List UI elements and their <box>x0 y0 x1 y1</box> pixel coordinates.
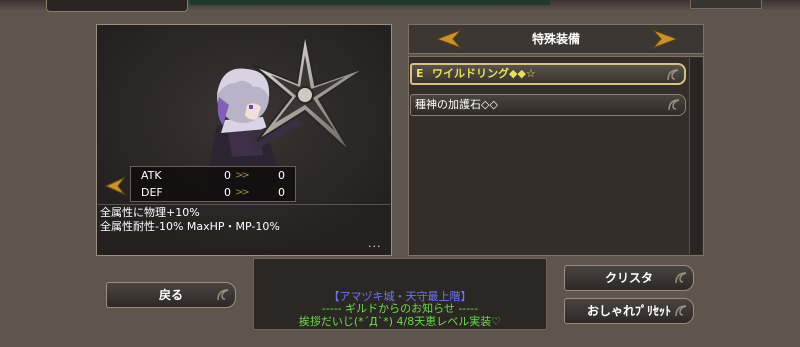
equipment-item[interactable]: 種神の加護石◇◇ <box>410 94 686 116</box>
more-effects-ellipsis[interactable]: ... <box>368 237 382 250</box>
ornament-swirl-icon <box>217 289 229 301</box>
stat-row-atk: ATK 0 >> 0 <box>131 168 295 184</box>
stat-new-value: 0 <box>278 186 285 199</box>
right-arrow-icon[interactable] <box>651 28 679 50</box>
equipment-effect-text: 全属性に物理+10% 全属性耐性-10% MaxHP・MP-10% <box>100 206 390 234</box>
effect-line: 全属性に物理+10% <box>100 206 200 219</box>
stat-arrow-icon: >> <box>235 187 250 198</box>
effect-line: 全属性耐性-10% MaxHP・MP-10% <box>100 220 280 233</box>
stat-comparison-box: ATK 0 >> 0 DEF 0 >> 0 <box>130 166 296 202</box>
crysta-button-label: クリスタ <box>604 271 653 285</box>
fashion-preset-button-label: おしゃれﾌﾟﾘｾｯﾄ <box>586 304 671 318</box>
back-button[interactable]: 戻る <box>106 282 236 308</box>
news-heading: ----- ギルドからのお知らせ ----- <box>321 302 479 315</box>
equipment-item[interactable]: E ワイルドリング◆◆☆ <box>410 63 686 85</box>
stat-current-value: 0 <box>224 186 231 199</box>
prev-stat-arrow-icon[interactable] <box>104 176 126 196</box>
special-equipment-header: 特殊装備 <box>408 24 704 54</box>
stat-label: DEF <box>141 186 163 199</box>
ornament-swirl-icon <box>675 272 687 284</box>
equipment-name: ワイルドリング◆◆☆ <box>432 67 536 80</box>
equipment-list <box>408 56 704 256</box>
news-message: 挨拶だいじ(*´Д`*) 4/8天恵レベル実装♡ <box>298 315 502 328</box>
stat-row-def: DEF 0 >> 0 <box>131 185 295 201</box>
stat-new-value: 0 <box>278 169 285 182</box>
ornament-swirl-icon <box>667 69 679 81</box>
crysta-button[interactable]: クリスタ <box>564 265 694 291</box>
equipment-list-scrollbar[interactable] <box>689 58 702 254</box>
fashion-preset-button[interactable]: おしゃれﾌﾟﾘｾｯﾄ <box>564 298 694 324</box>
guild-news-box: 【アマヅキ城・天守最上階】 ----- ギルドからのお知らせ ----- 挨拶だ… <box>253 258 547 330</box>
back-button-label: 戻る <box>158 288 183 302</box>
top-tab-right <box>690 0 762 9</box>
panel-divider <box>98 204 390 205</box>
equipment-name: 種神の加護石◇◇ <box>415 98 498 111</box>
ornament-swirl-icon <box>668 99 680 111</box>
top-bar-green <box>190 0 550 5</box>
stat-arrow-icon: >> <box>235 170 250 181</box>
stat-label: ATK <box>141 169 162 182</box>
ornament-swirl-icon <box>675 305 687 317</box>
top-tab <box>46 0 188 12</box>
equipped-badge: E <box>416 67 424 80</box>
stat-current-value: 0 <box>224 169 231 182</box>
